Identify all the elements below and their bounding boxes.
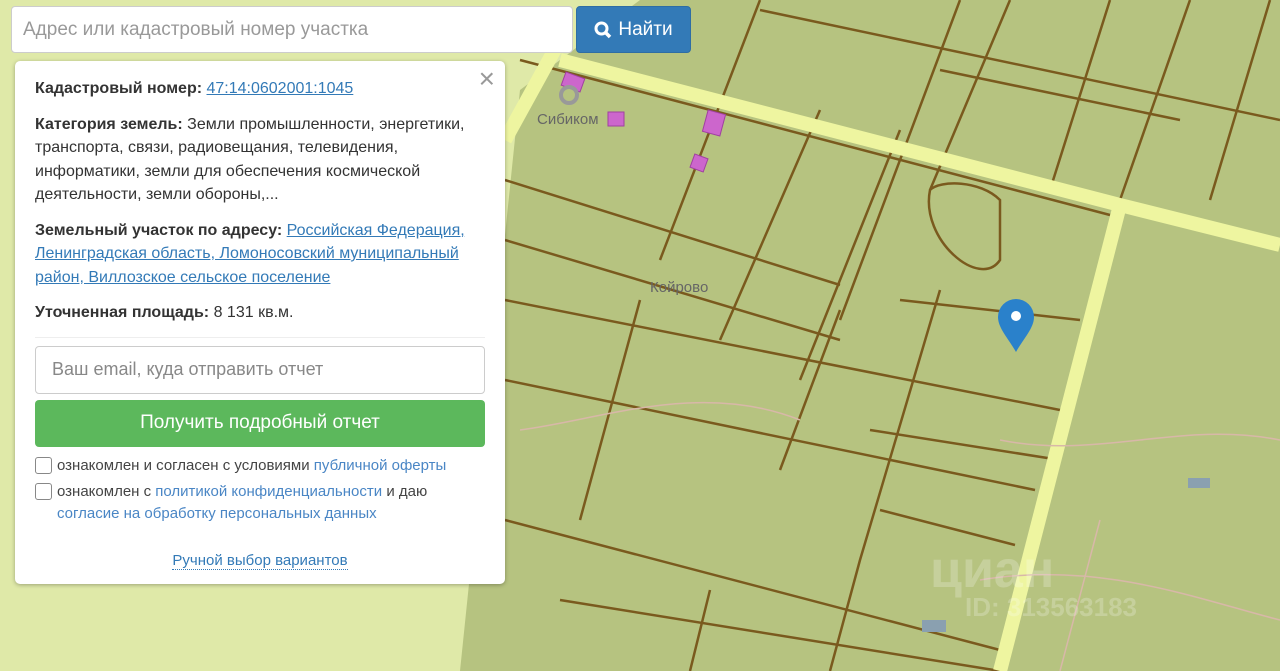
privacy-checkbox[interactable] — [35, 482, 52, 500]
map-label-sibikom: Сибиком — [537, 111, 599, 128]
cadastral-label: Кадастровый номер: — [35, 80, 203, 97]
personal-data-link[interactable]: согласие на обработку персональных данны… — [57, 505, 377, 522]
cadastral-link[interactable]: 47:14:0602001:1045 — [207, 80, 354, 97]
search-icon — [594, 21, 612, 38]
parcel-info-panel: × Кадастровый номер: 47:14:0602001:1045 … — [15, 61, 505, 584]
map-label-koyrovo: Койрово — [650, 279, 709, 296]
divider — [35, 336, 485, 338]
search-input[interactable] — [11, 6, 573, 53]
consent2-text: ознакомлен с — [57, 482, 152, 500]
find-label: Найти — [618, 18, 673, 40]
area-value: 8 131 кв.м. — [213, 304, 294, 321]
close-icon[interactable]: × — [479, 65, 495, 92]
category-label: Категория земель: — [35, 115, 183, 133]
get-report-button[interactable]: Получить подробный отчет — [35, 399, 485, 447]
manual-selection-link[interactable]: Ручной выбор вариантов — [172, 551, 348, 570]
find-button[interactable]: Найти — [576, 6, 691, 53]
consent1-text: ознакомлен и согласен с условиями — [57, 456, 310, 474]
area-label: Уточненная площадь: — [35, 304, 210, 321]
water — [922, 620, 946, 632]
consent2-mid: и даю — [386, 482, 428, 500]
offer-link[interactable]: публичной оферты — [314, 457, 447, 474]
offer-checkbox[interactable] — [35, 456, 52, 474]
watermark-logo: циан — [930, 541, 1055, 599]
watermark-id: ID: 313563183 — [965, 592, 1138, 622]
email-input[interactable] — [35, 345, 485, 394]
privacy-link[interactable]: политикой конфиденциальности — [155, 483, 382, 500]
address-label: Земельный участок по адресу: — [35, 221, 283, 239]
